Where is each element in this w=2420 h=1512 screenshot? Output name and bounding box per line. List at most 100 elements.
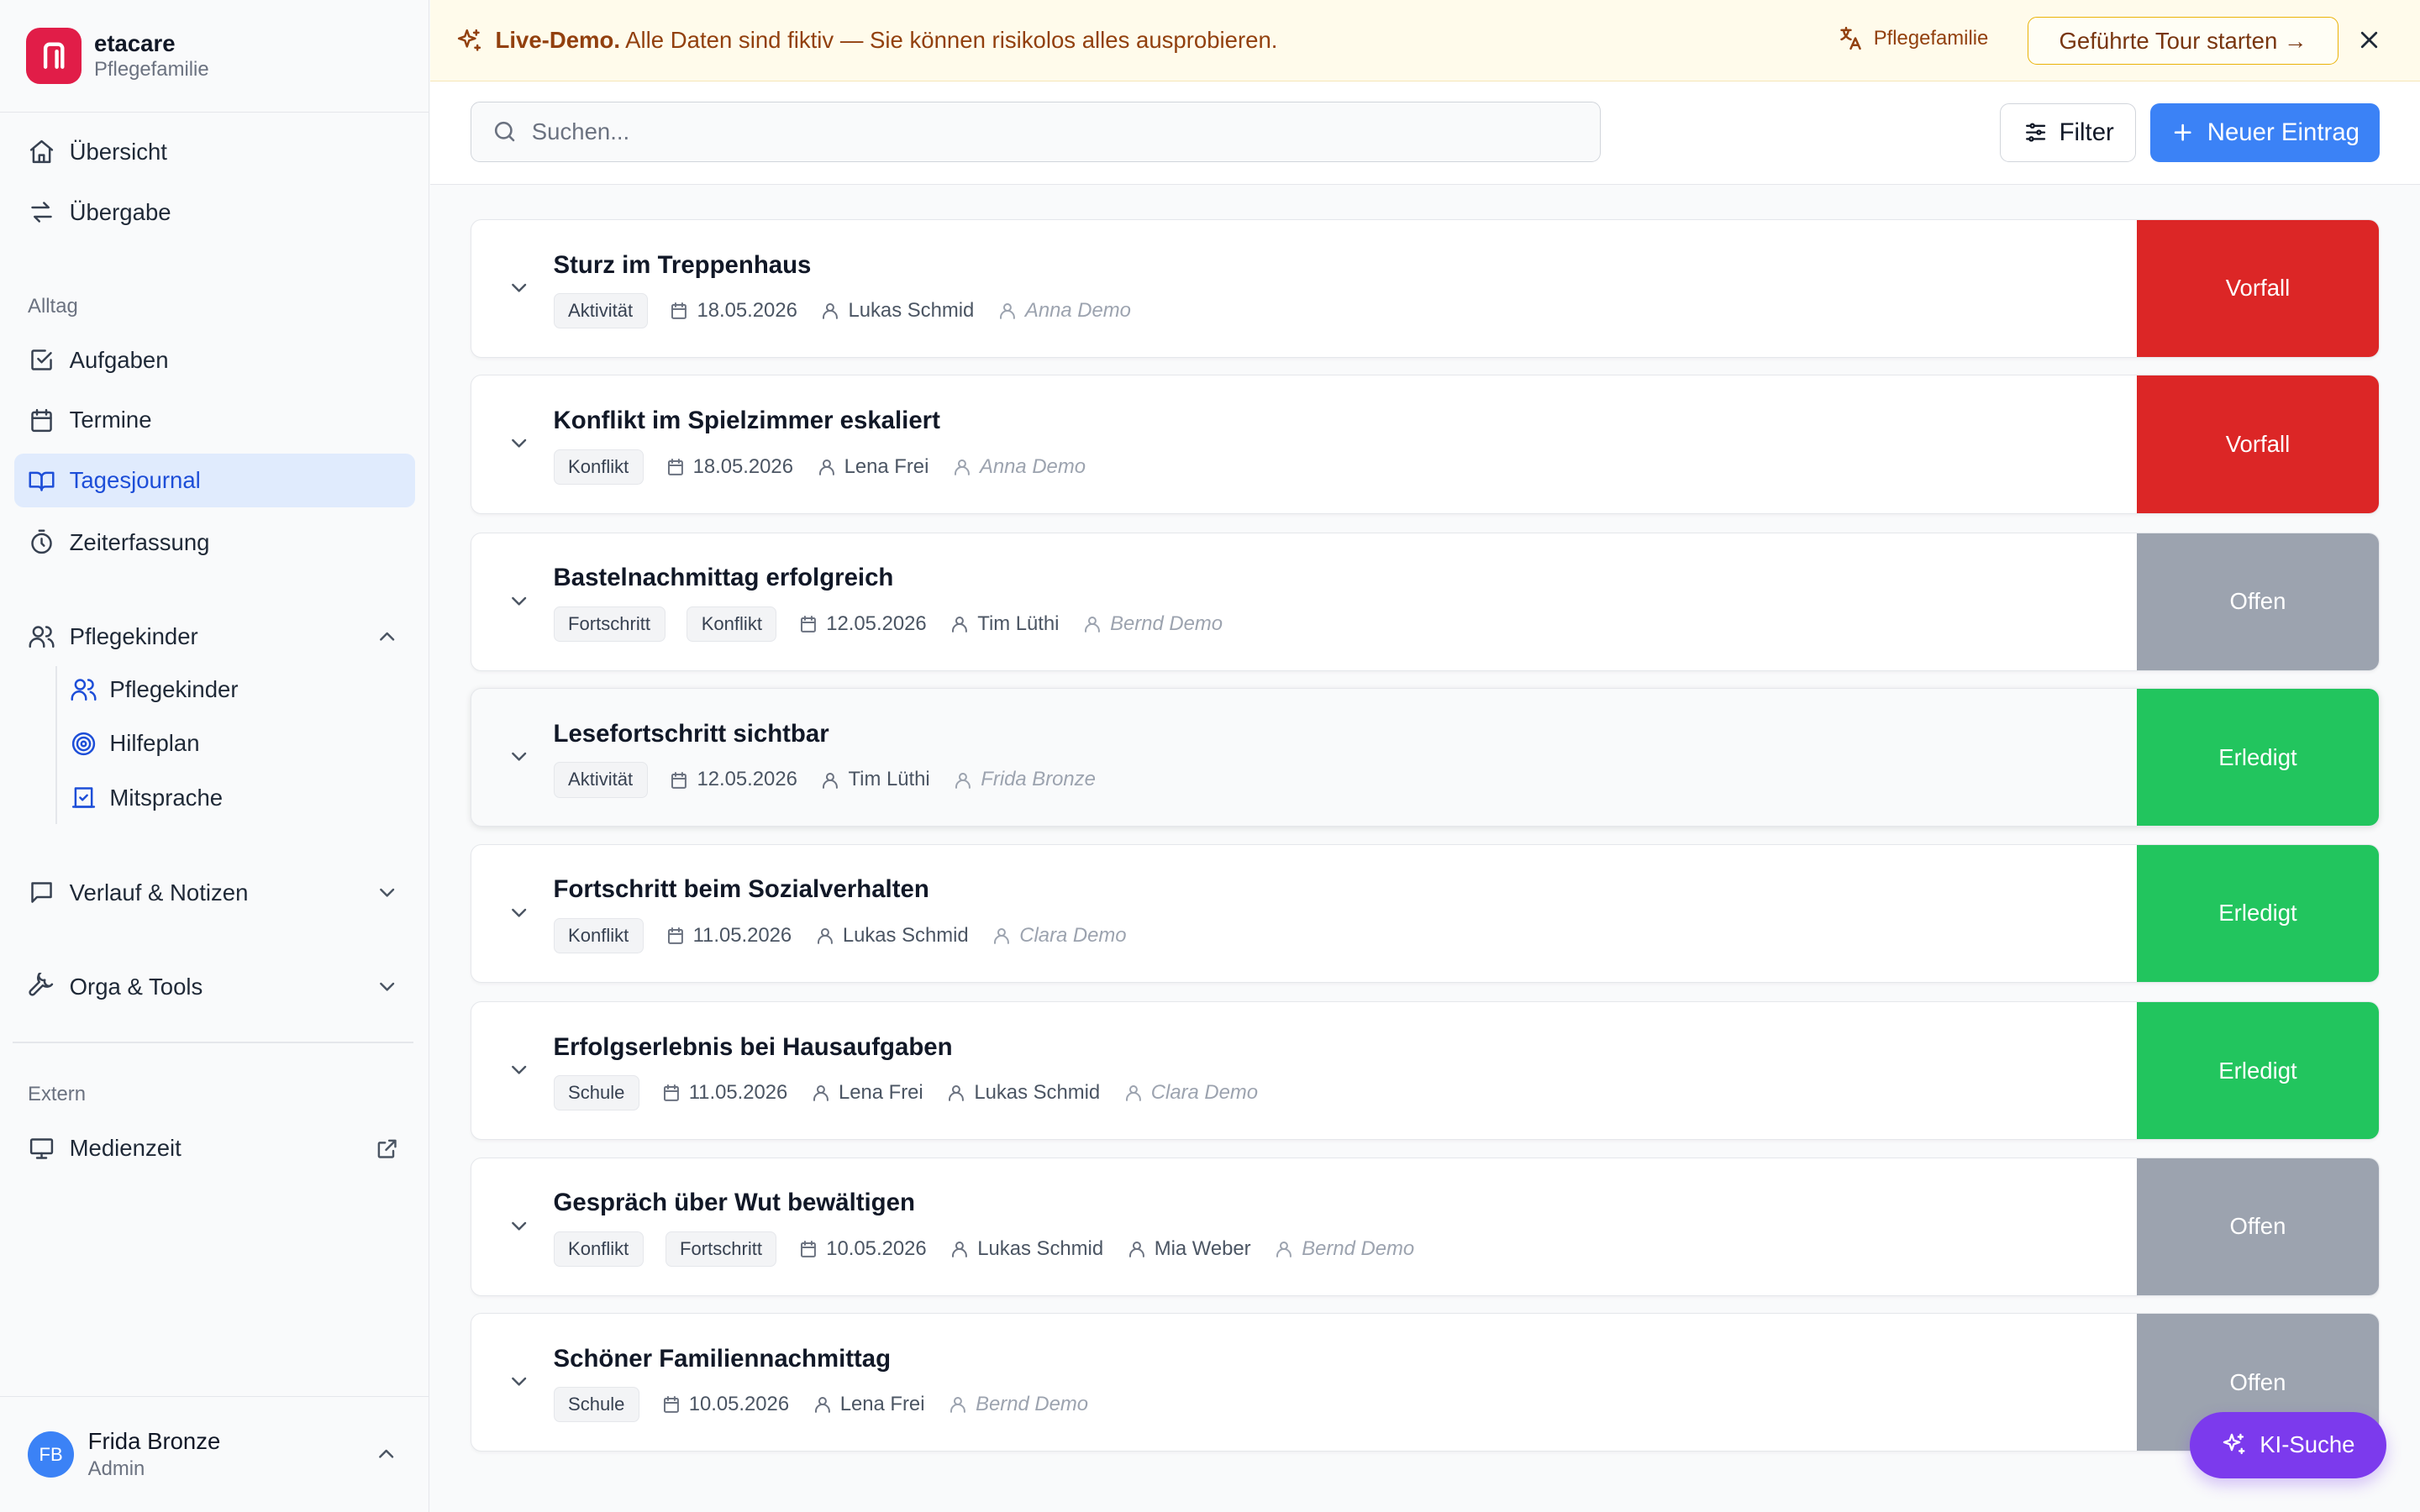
close-icon[interactable] xyxy=(2355,26,2383,54)
journal-entry[interactable]: Schöner Familiennachmittag Schule 10.05.20… xyxy=(471,1313,2381,1452)
user-icon xyxy=(948,1394,968,1415)
calendar-icon xyxy=(669,770,689,790)
wrench-icon xyxy=(28,973,55,1000)
user-menu[interactable]: FB Frida Bronze Admin xyxy=(0,1396,429,1512)
new-entry-button[interactable]: Neuer Eintrag xyxy=(2149,103,2381,162)
nav-item-journal[interactable]: Tagesjournal xyxy=(13,453,416,508)
filter-button[interactable]: Filter xyxy=(2000,103,2136,162)
entry-title: Gespräch über Wut bewältigen xyxy=(553,1189,915,1217)
child-name: Lena Frei xyxy=(839,1393,925,1416)
status-badge[interactable]: Erledigt xyxy=(2136,1002,2380,1140)
nav-label: Mitsprache xyxy=(109,784,224,811)
date-text: 12.05.2026 xyxy=(826,612,927,635)
entry-author: Bernd Demo xyxy=(1274,1237,1414,1261)
language-switch[interactable]: Pflegefamilie xyxy=(1837,24,1988,52)
entry-date: 18.05.2026 xyxy=(669,299,797,323)
chevron-up-icon[interactable] xyxy=(375,624,399,648)
author-name: Clara Demo xyxy=(1019,924,1127,947)
category-tag: Aktivität xyxy=(553,293,648,329)
chevron-down-icon[interactable] xyxy=(507,589,531,613)
author-name: Anna Demo xyxy=(979,454,1086,478)
arrows-exchange-icon xyxy=(28,198,55,226)
book-open-icon xyxy=(28,467,55,495)
child-name: Lukas Schmid xyxy=(842,924,969,947)
chevron-down-icon[interactable] xyxy=(507,744,531,769)
child-name: Lena Frei xyxy=(838,1081,923,1105)
status-badge[interactable]: Vorfall xyxy=(2136,219,2380,358)
child-name: Mia Weber xyxy=(1154,1236,1251,1260)
status-badge[interactable]: Offen xyxy=(2136,533,2380,670)
journal-entry[interactable]: Fortschritt beim Sozialverhalten Konflikt… xyxy=(471,843,2381,983)
chevron-down-icon[interactable] xyxy=(507,276,531,300)
chevron-down-icon[interactable] xyxy=(507,1058,531,1082)
avatar: FB xyxy=(28,1431,75,1478)
ki-search-button[interactable]: KI-Suche xyxy=(2190,1411,2386,1478)
chevron-down-icon[interactable] xyxy=(507,1369,531,1394)
entry-meta: Schule 11.05.2026 Lena Frei Lukas Schmid Cla… xyxy=(553,1074,1281,1111)
date-text: 11.05.2026 xyxy=(692,924,792,947)
category-tag: Konflikt xyxy=(687,606,777,643)
chevron-down-icon[interactable] xyxy=(507,900,531,925)
status-badge[interactable]: Erledigt xyxy=(2136,689,2380,827)
date-text: 18.05.2026 xyxy=(692,454,793,478)
sparkles-icon xyxy=(2221,1431,2247,1457)
status-badge[interactable]: Vorfall xyxy=(2136,375,2380,513)
users-icon xyxy=(70,675,97,703)
nav-subitem-foster-children[interactable]: Pflegekinder xyxy=(57,665,239,715)
nav-label: Aufgaben xyxy=(69,346,169,373)
category-tag: Konflikt xyxy=(553,449,644,485)
entry-child: Lena Frei xyxy=(817,455,929,479)
brand-name: etacare xyxy=(94,29,176,56)
user-icon xyxy=(820,301,840,321)
entry-child: Tim Lüthi xyxy=(820,768,930,791)
journal-entry[interactable]: Sturz im Treppenhaus Aktivität 18.05.2026 L… xyxy=(471,218,2381,359)
nav-group-org-tools[interactable]: Orga & Tools xyxy=(14,959,416,1013)
category-tag: Fortschritt xyxy=(665,1231,777,1267)
entry-child: Lukas Schmid xyxy=(950,1237,1103,1261)
search-box[interactable] xyxy=(471,102,1601,162)
chevron-down-icon[interactable] xyxy=(375,880,399,905)
child-name: Lukas Schmid xyxy=(977,1236,1104,1260)
journal-entry[interactable]: Lesefortschritt sichtbar Aktivität 12.05.2… xyxy=(471,688,2381,827)
journal-entry[interactable]: Erfolgserlebnis bei Hausaufgaben Schule 11… xyxy=(471,1001,2381,1141)
brand[interactable]: etacare Pflegefamilie xyxy=(0,0,429,113)
chevron-down-icon[interactable] xyxy=(507,431,531,455)
translate-icon xyxy=(1837,24,1865,52)
journal-entry[interactable]: Gespräch über Wut bewältigen Konflikt Fort… xyxy=(471,1157,2381,1296)
nav-item-appointments[interactable]: Termine xyxy=(14,393,416,447)
toolbar: Filter Neuer Eintrag xyxy=(430,81,2420,186)
user-icon xyxy=(950,1239,970,1259)
category-tag: Konflikt xyxy=(553,1231,644,1267)
sparkles-icon xyxy=(455,27,483,55)
nav-label: Verlauf & Notizen xyxy=(69,879,249,906)
nav-subitem-help-plan[interactable]: Hilfeplan xyxy=(57,719,200,769)
nav-item-handover[interactable]: Übergabe xyxy=(14,185,416,239)
entry-child: Tim Lüthi xyxy=(950,612,1059,636)
chevron-down-icon[interactable] xyxy=(375,974,399,999)
date-text: 11.05.2026 xyxy=(688,1081,788,1105)
chevron-up-icon[interactable] xyxy=(374,1441,398,1466)
nav-group-history-notes[interactable]: Verlauf & Notizen xyxy=(14,865,416,919)
entry-date: 10.05.2026 xyxy=(798,1237,927,1261)
nav-item-overview[interactable]: Übersicht xyxy=(14,125,416,179)
nav-label: Tagesjournal xyxy=(69,467,201,494)
status-badge[interactable]: Erledigt xyxy=(2136,844,2380,982)
banner-text: Alle Daten sind fiktiv — Sie können risi… xyxy=(625,27,1278,54)
nav-label: Medienzeit xyxy=(69,1135,182,1162)
start-tour-button[interactable]: Geführte Tour starten → xyxy=(2028,17,2338,66)
search-input[interactable] xyxy=(531,118,1581,146)
child-name: Tim Lüthi xyxy=(848,768,930,791)
nav-subitem-participation[interactable]: Mitsprache xyxy=(57,773,223,822)
nav-group-foster-children[interactable]: Pflegekinder xyxy=(14,609,416,663)
nav-item-tasks[interactable]: Aufgaben xyxy=(14,333,416,387)
journal-entry[interactable]: Bastelnachmittag erfolgreich Fortschritt K… xyxy=(471,532,2381,671)
nav-item-time-tracking[interactable]: Zeiterfassung xyxy=(14,515,416,569)
journal-entry[interactable]: Konflikt im Spielzimmer eskaliert Konflik… xyxy=(471,375,2381,514)
status-badge[interactable]: Offen xyxy=(2136,1158,2380,1295)
calendar-icon xyxy=(661,1083,681,1103)
external-link-icon[interactable] xyxy=(375,1137,399,1161)
entry-meta: Konflikt Fortschritt 10.05.2026 Lukas Schmi… xyxy=(553,1231,1438,1268)
nav-item-media-time[interactable]: Medienzeit xyxy=(14,1121,416,1175)
chevron-down-icon[interactable] xyxy=(507,1214,531,1238)
home-icon xyxy=(28,138,55,165)
